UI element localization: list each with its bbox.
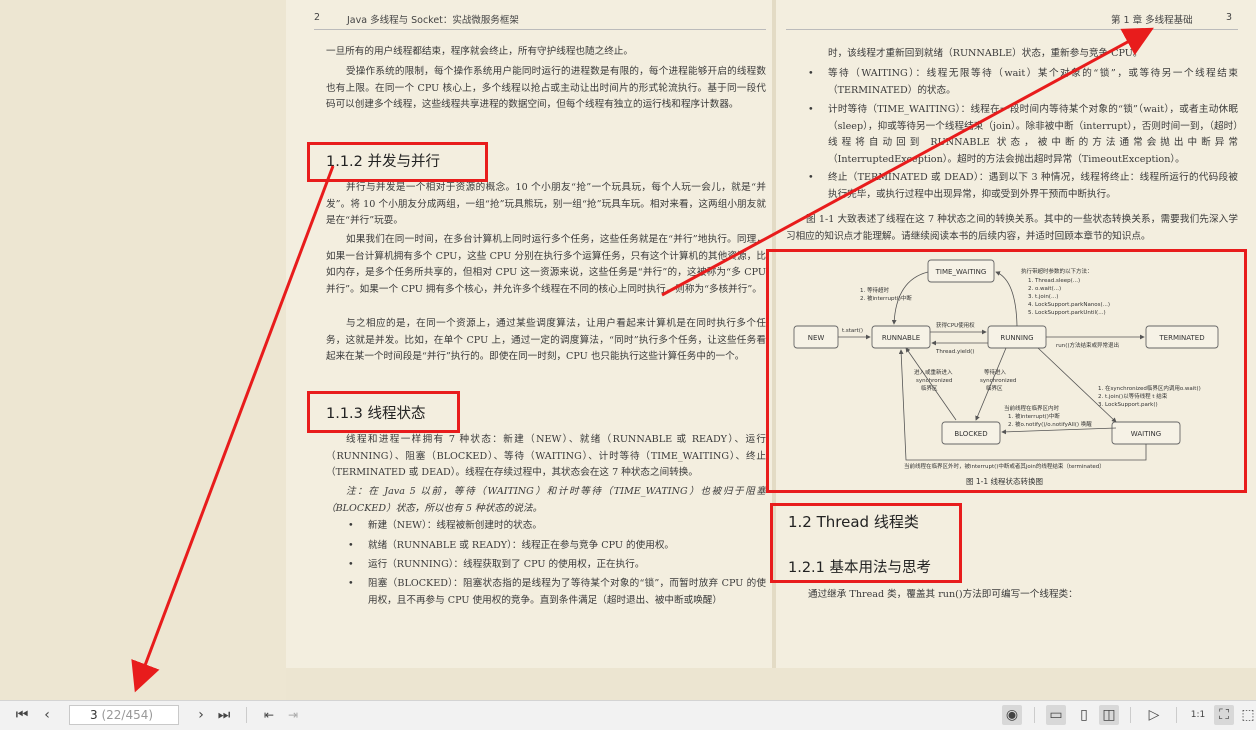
continuous-view-icon[interactable]: ▭ [1046,705,1066,725]
page-number-input[interactable]: 3 (22/454) [69,705,179,725]
next-page-icon[interactable]: › [191,705,211,725]
first-page-icon[interactable]: ⏮ [12,705,32,725]
actual-size-icon[interactable]: 1:1 [1188,705,1208,725]
fit-page-icon[interactable]: ⛶ [1214,705,1234,725]
separator [1130,707,1131,723]
viewer-toolbar: ⏮ ‹ 3 (22/454) › ⏭ ⇤ ⇥ ◉ ▭ ▯ ◫ ▷ 1:1 ⛶ ⬚ [0,700,1256,730]
last-page-icon[interactable]: ⏭ [214,705,234,725]
back-icon[interactable]: ⇤ [259,705,279,725]
separator [246,707,247,723]
two-page-icon[interactable]: ◫ [1099,705,1119,725]
single-page-icon[interactable]: ▯ [1074,705,1094,725]
forward-icon[interactable]: ⇥ [283,705,303,725]
separator [1176,707,1177,723]
arrow-to-chapter-head [661,27,1154,297]
separator [1034,707,1035,723]
prev-page-icon[interactable]: ‹ [37,705,57,725]
eye-care-icon[interactable]: ◉ [1002,705,1022,725]
play-icon[interactable]: ▷ [1144,705,1164,725]
arrow-to-bottom [131,165,335,693]
document-viewport[interactable]: 2 Java 多线程与 Socket：实战微服务框架 一旦所有的用户线程都结束，… [0,0,1256,700]
annotation-arrows [131,27,1154,693]
select-icon[interactable]: ⬚ [1238,705,1256,725]
